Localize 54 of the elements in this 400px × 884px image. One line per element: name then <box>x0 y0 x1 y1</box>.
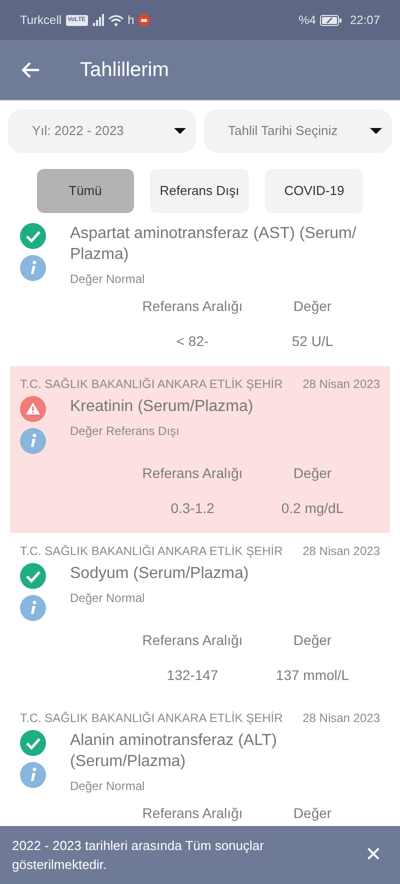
result-value: 137 mmol/L <box>274 666 350 684</box>
hospital-name: T.C. SAĞLIK BAKANLIĞI ANKARA ETLİK ŞEHİR <box>20 710 283 726</box>
info-icon <box>20 762 46 788</box>
column-header: Değer <box>292 297 333 315</box>
snackbar-message: 2022 - 2023 tarihleri arasında Tüm sonuçlar gösterilmektedir. <box>12 836 265 874</box>
dropdown-value: Tahlil Tarihi Seçiniz <box>228 122 339 140</box>
test-name: Aspartat aminotransferaz (AST) (Serum/ Plazma) <box>70 224 358 265</box>
result-card[interactable]: T.C. SAĞLIK BAKANLIĞI ANKARA ETLİK ŞEHİR 28 Nisan 2023 Kreatinin (Serum/Plazma) Değer Referans Dışı Referans Aralığı 0.3-1.2 Değer 0.2 mg/dL <box>10 366 390 533</box>
filter-tab[interactable]: Referans Dışı <box>150 169 250 213</box>
test-name: Kreatinin (Serum/Plazma) <box>70 397 254 417</box>
result-value: 0.2 mg/dL <box>280 499 345 517</box>
reference-range: 132-147 <box>166 666 220 684</box>
dropdown-field[interactable]: Tahlil Tarihi Seçiniz <box>204 109 392 153</box>
test-date: 28 Nisan 2023 <box>302 710 380 726</box>
test-name: Sodyum (Serum/Plazma) <box>70 564 250 584</box>
column-header: Referans Aralığı <box>141 631 244 649</box>
column-header: Değer <box>292 804 333 821</box>
reference-range: 0.3-1.2 <box>170 499 216 517</box>
filter-tab[interactable]: Tümü <box>36 169 134 213</box>
column-header: Referans Aralığı <box>141 297 244 315</box>
info-icon <box>20 255 46 281</box>
test-date: 28 Nisan 2023 <box>302 543 380 559</box>
back-icon <box>20 60 40 80</box>
caret-icon <box>174 128 186 134</box>
battery-icon <box>320 14 342 26</box>
carrier-label: Turkcell <box>20 12 62 29</box>
info-icon <box>20 428 46 454</box>
filter-tab[interactable]: COVID-19 <box>265 169 364 213</box>
screen-title: Tahlillerim <box>80 58 169 83</box>
column-header: Referans Aralığı <box>141 804 244 821</box>
clock: 22:07 <box>350 12 380 29</box>
test-name: Alanin aminotransferaz (ALT) (Serum/Plazma) <box>70 731 278 772</box>
close-button[interactable]: ✕ <box>361 840 386 870</box>
notification-icon <box>138 14 150 26</box>
signal-icon <box>92 14 104 26</box>
status-text: Değer Normal <box>70 271 146 287</box>
wifi-icon <box>108 14 124 26</box>
test-date: 28 Nisan 2023 <box>302 376 380 392</box>
status-text: Değer Normal <box>70 778 146 794</box>
column-header: Değer <box>292 631 333 649</box>
dropdown-value: Yıl: 2022 - 2023 <box>32 122 125 140</box>
result-value: 52 U/L <box>290 332 334 350</box>
hospital-name: T.C. SAĞLIK BAKANLIĞI ANKARA ETLİK ŞEHİR <box>20 376 283 392</box>
dropdown-field[interactable]: Yıl: 2022 - 2023 <box>8 109 196 153</box>
column-header: Referans Aralığı <box>141 464 244 482</box>
column-header: Değer <box>292 464 333 482</box>
status-text: Değer Referans Dışı <box>70 423 180 439</box>
network-label: h <box>128 12 134 29</box>
info-icon <box>20 595 46 621</box>
status-text: Değer Normal <box>70 590 146 606</box>
battery-percent: %4 <box>298 12 316 29</box>
caret-icon <box>370 128 382 134</box>
hospital-name: T.C. SAĞLIK BAKANLIĞI ANKARA ETLİK ŞEHİR <box>20 543 283 559</box>
reference-range: < 82- <box>175 332 210 350</box>
